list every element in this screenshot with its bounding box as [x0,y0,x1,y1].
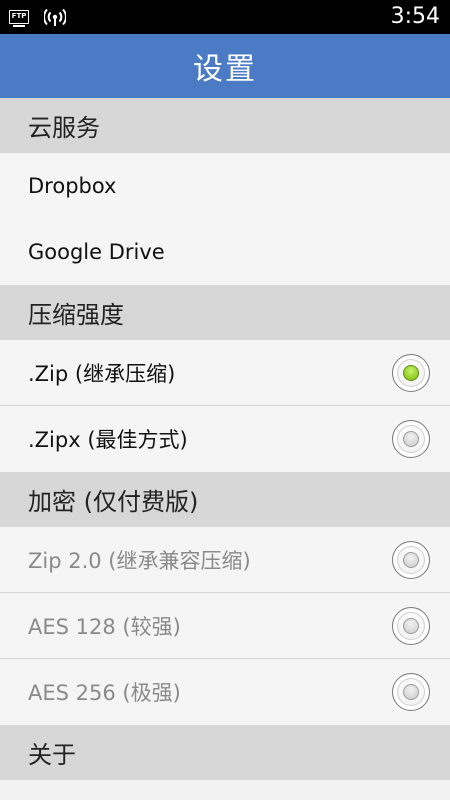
radio-button-zip20[interactable] [392,540,430,579]
clock: 3:54 [390,4,440,29]
cloud-item-label: Dropbox [28,174,117,198]
encryption-option-aes128[interactable]: AES 128 (较强) [0,593,450,659]
radio-dot-icon [403,617,419,634]
option-label: AES 128 (较强) [28,614,181,639]
cloud-item-label: Google Drive [28,240,165,264]
radio-dot-icon [403,551,419,568]
radio-dot-icon [403,684,419,700]
encryption-option-zip20[interactable]: Zip 2.0 (继承兼容压缩) [0,527,450,593]
radio-button-aes128[interactable] [392,606,430,645]
app-header: 设置 [0,34,450,98]
option-label: AES 256 (极强) [28,681,181,705]
page-title: 设置 [193,52,257,87]
section-header-about[interactable]: 关于 [0,725,450,780]
radio-button-zipx[interactable] [392,420,430,458]
option-label: Zip 2.0 (继承兼容压缩) [28,548,251,573]
section-header-compression: 压缩强度 [0,285,450,340]
cloud-item-dropbox[interactable]: Dropbox [0,153,450,219]
radio-button-zip[interactable] [392,353,430,392]
wifi-icon [44,8,66,26]
cloud-item-google-drive[interactable]: Google Drive [0,219,450,285]
option-label: .Zipx (最佳方式) [28,428,188,452]
status-bar: FTP 3:54 [0,0,450,34]
encryption-option-aes256[interactable]: AES 256 (极强) [0,659,450,725]
radio-dot-icon [403,364,419,381]
section-header-cloud: 云服务 [0,98,450,153]
section-header-encryption: 加密 (仅付费版) [0,472,450,527]
compression-option-zip[interactable]: .Zip (继承压缩) [0,340,450,406]
option-label: .Zip (继承压缩) [28,361,176,386]
radio-dot-icon [403,431,419,447]
radio-button-aes256[interactable] [392,673,430,711]
compression-option-zipx[interactable]: .Zipx (最佳方式) [0,406,450,472]
settings-list: 云服务 Dropbox Google Drive 压缩强度 .Zip (继承压缩… [0,98,450,780]
ftp-icon: FTP [9,10,29,27]
